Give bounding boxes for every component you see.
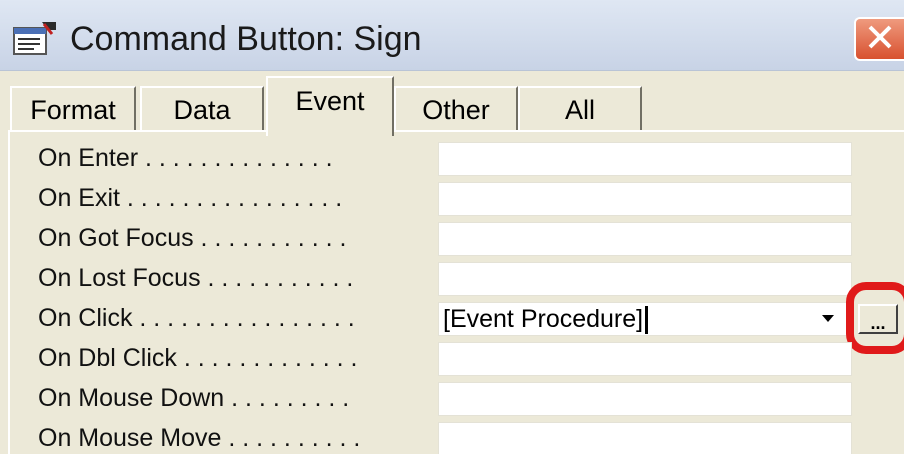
- property-label: On Click . . . . . . . . . . . . . . . .: [38, 304, 355, 332]
- property-sheet-window: Command Button: Sign Format Data Event O…: [0, 0, 904, 454]
- tab-all[interactable]: All: [518, 86, 642, 132]
- tab-format[interactable]: Format: [10, 86, 136, 132]
- property-row-on-got-focus: On Got Focus . . . . . . . . . . .: [10, 218, 904, 258]
- close-button[interactable]: [854, 17, 904, 61]
- tab-event[interactable]: Event: [266, 76, 394, 136]
- tab-strip: Format Data Event Other All: [0, 70, 904, 136]
- property-row-on-exit: On Exit . . . . . . . . . . . . . . . .: [10, 178, 904, 218]
- on-mouse-move-field[interactable]: [438, 422, 852, 454]
- property-label: On Lost Focus . . . . . . . . . . .: [38, 264, 354, 292]
- property-label: On Enter . . . . . . . . . . . . . .: [38, 144, 333, 172]
- dropdown-arrow-icon: [821, 310, 835, 328]
- property-label: On Exit . . . . . . . . . . . . . . . .: [38, 184, 343, 212]
- property-row-on-enter: On Enter . . . . . . . . . . . . . .: [10, 138, 904, 178]
- on-dbl-click-field[interactable]: [438, 342, 852, 376]
- window-title: Command Button: Sign: [70, 20, 422, 58]
- build-button[interactable]: ...: [858, 304, 898, 334]
- tab-other[interactable]: Other: [394, 86, 518, 132]
- on-mouse-down-field[interactable]: [438, 382, 852, 416]
- property-label: On Dbl Click . . . . . . . . . . . . .: [38, 344, 358, 372]
- tab-data[interactable]: Data: [140, 86, 264, 132]
- properties-icon: [12, 20, 58, 56]
- close-icon: [864, 21, 896, 58]
- text-caret: [645, 306, 649, 335]
- property-row-on-mouse-down: On Mouse Down . . . . . . . . .: [10, 378, 904, 418]
- on-click-value: [Event Procedure]: [443, 305, 644, 333]
- on-enter-field[interactable]: [438, 142, 852, 176]
- property-row-on-click: On Click . . . . . . . . . . . . . . . .…: [10, 282, 904, 354]
- property-row-on-dbl-click: On Dbl Click . . . . . . . . . . . . .: [10, 338, 904, 378]
- on-lost-focus-field[interactable]: [438, 262, 852, 296]
- property-label: On Mouse Move . . . . . . . . . .: [38, 424, 361, 452]
- on-click-field[interactable]: [Event Procedure]: [438, 302, 852, 336]
- property-row-on-mouse-move: On Mouse Move . . . . . . . . . .: [10, 418, 904, 454]
- on-click-dropdown-button[interactable]: [812, 304, 844, 334]
- property-label: On Mouse Down . . . . . . . . .: [38, 384, 350, 412]
- on-got-focus-field[interactable]: [438, 222, 852, 256]
- event-properties-page: On Enter . . . . . . . . . . . . . . On …: [8, 130, 904, 454]
- property-label: On Got Focus . . . . . . . . . . .: [38, 224, 347, 252]
- title-bar[interactable]: Command Button: Sign: [0, 0, 904, 71]
- property-row-on-lost-focus: On Lost Focus . . . . . . . . . . .: [10, 258, 904, 298]
- on-exit-field[interactable]: [438, 182, 852, 216]
